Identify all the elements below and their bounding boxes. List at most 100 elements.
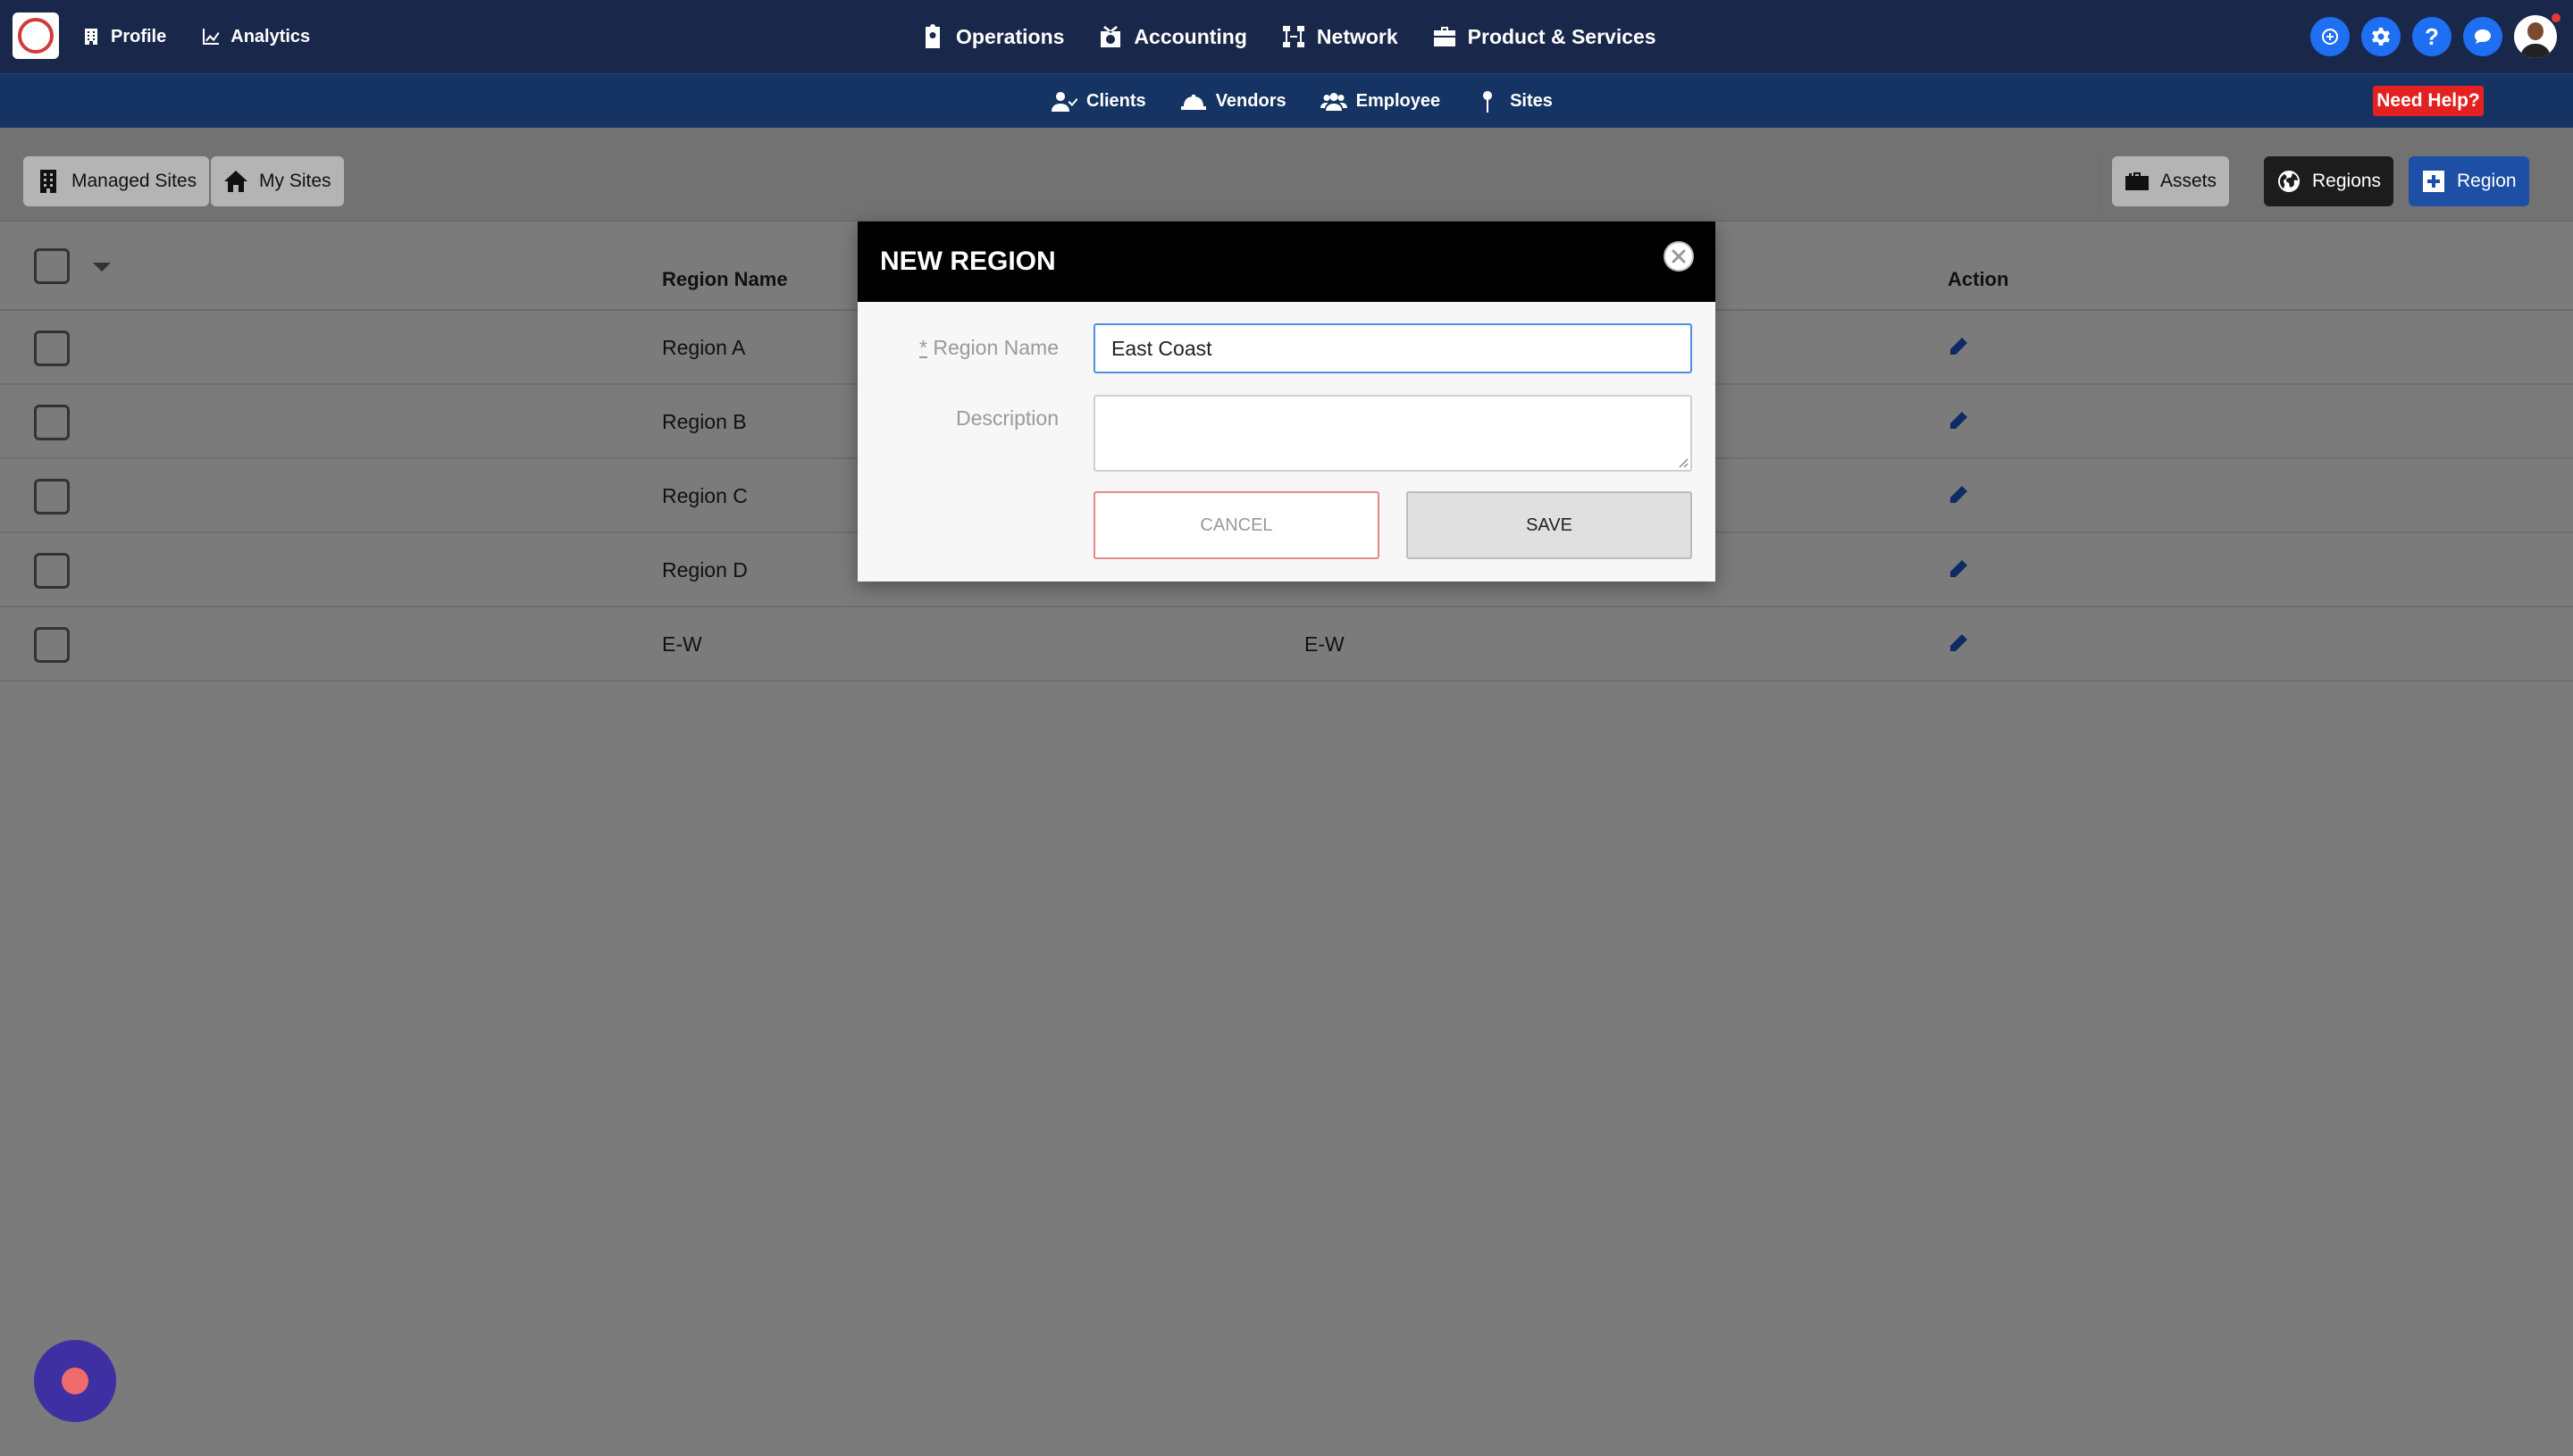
nav-accounting-label: Accounting	[1134, 24, 1247, 48]
region-name-label: * Region Name	[919, 336, 1059, 360]
nav-profile-label: Profile	[111, 26, 167, 46]
nav-center-group: Operations Accounting Network Product & …	[920, 0, 1656, 73]
add-region-label: Region	[2457, 171, 2517, 191]
edit-pencil-icon[interactable]	[1948, 484, 1969, 506]
edit-pencil-icon[interactable]	[1948, 558, 1969, 580]
row-checkbox[interactable]	[34, 331, 70, 366]
record-dot-icon	[62, 1368, 88, 1394]
regions-label: Regions	[2312, 171, 2382, 191]
row-description: E-W	[1304, 632, 1345, 656]
row-checkbox[interactable]	[34, 627, 70, 663]
required-marker: *	[919, 336, 927, 359]
subnav-sites-label: Sites	[1510, 91, 1553, 111]
secondary-navigation-bar: Clients Vendors Employee Sites	[0, 73, 2573, 128]
subnav-clients[interactable]: Clients	[1051, 90, 1146, 113]
users-icon	[1320, 92, 1347, 111]
row-region-name: Region A	[662, 336, 746, 359]
hardhat-icon	[1180, 94, 1206, 110]
plus-square-icon	[2423, 171, 2444, 192]
region-name-input[interactable]	[1094, 323, 1692, 373]
header-region-name[interactable]: Region Name	[662, 268, 788, 291]
nav-network[interactable]: Network	[1281, 24, 1398, 49]
assets-label: Assets	[2160, 171, 2217, 191]
settings-button[interactable]	[2361, 17, 2401, 56]
subnav-vendors-label: Vendors	[1215, 91, 1286, 111]
save-button[interactable]: SAVE	[1406, 491, 1692, 559]
row-region-name: Region D	[662, 558, 748, 582]
map-pin-icon	[1483, 90, 1493, 113]
edit-pencil-icon[interactable]	[1948, 632, 1969, 654]
header-action: Action	[1948, 268, 2009, 290]
close-icon	[1672, 249, 1686, 264]
subnav-employee[interactable]: Employee	[1320, 90, 1440, 113]
subnav-clients-label: Clients	[1086, 91, 1146, 111]
nav-operations-label: Operations	[956, 24, 1065, 48]
description-textarea[interactable]	[1094, 395, 1692, 472]
select-all-checkbox[interactable]	[34, 248, 70, 284]
add-region-button[interactable]: Region	[2409, 156, 2529, 206]
edit-pencil-icon[interactable]	[1948, 336, 1969, 357]
quick-add-button[interactable]	[2310, 17, 2350, 56]
region-name-label-text: Region Name	[933, 336, 1059, 359]
row-region-name: Region C	[662, 484, 748, 507]
user-menu[interactable]	[2514, 12, 2562, 58]
nav-product-services-label: Product & Services	[1467, 24, 1656, 48]
row-checkbox[interactable]	[34, 479, 70, 515]
nav-analytics[interactable]: Analytics	[202, 27, 310, 47]
managed-sites-button[interactable]: Managed Sites	[23, 156, 210, 206]
my-sites-button[interactable]: My Sites	[211, 156, 344, 206]
briefcase-icon	[1433, 27, 1455, 46]
chart-line-icon	[203, 29, 220, 45]
building-icon	[85, 29, 97, 45]
home-icon	[224, 171, 247, 192]
subnav-sites[interactable]: Sites	[1474, 90, 1553, 113]
company-logo[interactable]	[13, 13, 59, 59]
chat-icon	[2475, 29, 2491, 44]
row-checkbox[interactable]	[34, 553, 70, 589]
subnav-vendors[interactable]: Vendors	[1180, 90, 1286, 113]
table-row: E-W E-W	[0, 607, 2573, 682]
edit-pencil-icon[interactable]	[1948, 410, 1969, 431]
dialog-header: NEW REGION	[858, 222, 1715, 302]
chat-button[interactable]	[2463, 17, 2502, 56]
nav-network-label: Network	[1316, 24, 1398, 48]
regions-tab-button[interactable]: Regions	[2264, 156, 2394, 206]
building-icon	[40, 170, 56, 193]
logo-mark-icon	[18, 18, 54, 54]
row-checkbox[interactable]	[34, 405, 70, 440]
help-button[interactable]: ?	[2412, 17, 2451, 56]
nav-profile[interactable]: Profile	[82, 27, 166, 47]
dialog-title: NEW REGION	[880, 247, 1056, 276]
nav-right-group: ?	[2310, 0, 2562, 73]
user-check-icon	[1052, 91, 1077, 112]
globe-icon	[2278, 171, 2301, 192]
subnav-employee-label: Employee	[1355, 91, 1441, 111]
chevron-down-icon[interactable]	[93, 263, 111, 272]
nav-analytics-label: Analytics	[230, 26, 311, 46]
assets-button[interactable]: Assets	[2112, 156, 2230, 206]
network-icon	[1282, 26, 1304, 47]
notification-dot	[2550, 12, 2562, 24]
new-region-dialog: NEW REGION * Region Name Description CAN…	[858, 222, 1715, 582]
row-region-name: Region B	[662, 410, 747, 433]
dialog-body: * Region Name Description CANCEL SAVE	[858, 302, 1715, 582]
resize-grip-icon[interactable]	[1678, 457, 1689, 468]
nav-accounting[interactable]: Accounting	[1098, 24, 1247, 49]
my-sites-label: My Sites	[259, 171, 331, 191]
floating-chat-button[interactable]	[34, 1340, 116, 1422]
nav-operations[interactable]: Operations	[920, 24, 1064, 49]
close-dialog-button[interactable]	[1664, 241, 1694, 272]
sites-toolbar: Managed Sites My Sites Assets Regions Re…	[0, 128, 2573, 222]
cancel-button[interactable]: CANCEL	[1094, 491, 1379, 559]
gear-icon	[2372, 28, 2390, 46]
need-help-button[interactable]: Need Help?	[2373, 86, 2484, 116]
subnav-group: Clients Vendors Employee Sites	[1051, 74, 1553, 129]
money-box-icon	[1101, 26, 1121, 47]
description-label: Description	[955, 406, 1059, 430]
managed-sites-label: Managed Sites	[71, 171, 197, 191]
clipboard-user-icon	[926, 24, 940, 48]
question-icon: ?	[2425, 22, 2439, 50]
add-circle-icon	[2322, 29, 2339, 45]
nav-product-services[interactable]: Product & Services	[1432, 24, 1656, 49]
nav-left-group: Profile Analytics	[82, 0, 310, 73]
